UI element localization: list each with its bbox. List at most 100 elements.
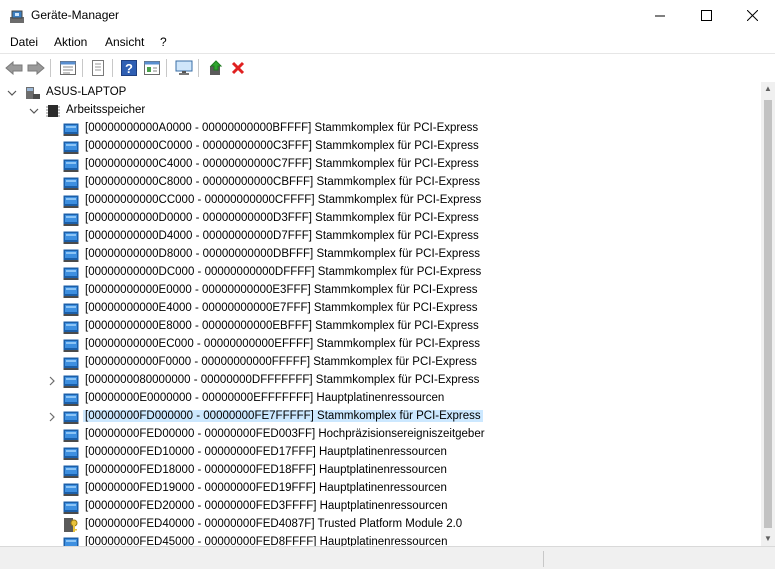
menu-datei[interactable]: Datei xyxy=(10,35,38,49)
tree-item[interactable]: [0000000080000000 - 00000000DFFFFFFF] St… xyxy=(0,372,761,390)
tree-group-label: Arbeitsspeicher xyxy=(66,104,146,116)
close-button[interactable] xyxy=(729,0,775,31)
properties-button[interactable] xyxy=(58,58,78,78)
uninstall-icon xyxy=(231,61,245,75)
tree-item[interactable]: [00000000000D4000 - 00000000000D7FFF] St… xyxy=(0,228,761,246)
help-button[interactable]: ? xyxy=(119,58,139,78)
tree-item-label: [00000000000DC000 - 00000000000DFFFF] St… xyxy=(85,266,482,278)
minimize-icon xyxy=(654,15,665,17)
tree-item[interactable]: [00000000000EC000 - 00000000000EFFFF] St… xyxy=(0,336,761,354)
maximize-button[interactable] xyxy=(683,0,729,31)
pci-icon xyxy=(63,483,79,496)
tree-item-label: [00000000000E0000 - 00000000000E3FFF] St… xyxy=(85,284,478,296)
tpm-key-icon xyxy=(64,518,78,532)
back-icon xyxy=(5,61,23,75)
forward-button[interactable] xyxy=(26,58,46,78)
tree-root[interactable]: ASUS-LAPTOP xyxy=(0,84,761,102)
tree-item-label: [00000000000D8000 - 00000000000DBFFF] St… xyxy=(85,248,481,260)
tree-item[interactable]: [00000000FED40000 - 00000000FED4087F] Tr… xyxy=(0,516,761,534)
view-button[interactable] xyxy=(88,58,108,78)
tree-item-label: [00000000FED10000 - 00000000FED17FFF] Ha… xyxy=(85,446,447,458)
status-divider xyxy=(543,551,544,567)
tree-item[interactable]: [00000000000E8000 - 00000000000EBFFF] St… xyxy=(0,318,761,336)
menu-help[interactable]: ? xyxy=(160,35,167,49)
device-tree[interactable]: ASUS-LAPTOP Arbeitsspeicher [00000000000… xyxy=(0,82,761,546)
toolbar-separator xyxy=(82,59,83,77)
status-bar xyxy=(0,546,775,569)
scan-hardware-button[interactable] xyxy=(174,58,194,78)
menu-ansicht[interactable]: Ansicht xyxy=(105,35,144,49)
tree-item[interactable]: [00000000000C0000 - 00000000000C3FFF] St… xyxy=(0,138,761,156)
show-hidden-button[interactable] xyxy=(142,58,162,78)
menu-bar: Datei Aktion Ansicht ? xyxy=(0,31,775,53)
pci-icon xyxy=(63,267,79,280)
tree-item-label: [00000000000CC000 - 00000000000CFFFF] St… xyxy=(85,194,482,206)
pci-icon xyxy=(63,249,79,262)
pci-icon xyxy=(63,447,79,460)
pci-icon xyxy=(63,123,79,136)
tree-item-label: [00000000FED18000 - 00000000FED18FFF] Ha… xyxy=(85,464,447,476)
tree-item[interactable]: [00000000FED19000 - 00000000FED19FFF] Ha… xyxy=(0,480,761,498)
tree-item-label: [00000000FED40000 - 00000000FED4087F] Tr… xyxy=(85,518,463,530)
pci-icon xyxy=(63,339,79,352)
tree-item-label: [00000000FED00000 - 00000000FED003FF] Ho… xyxy=(85,428,485,440)
pci-icon xyxy=(63,537,79,546)
pci-icon xyxy=(63,285,79,298)
pci-icon xyxy=(63,195,79,208)
collapse-chevron-icon[interactable] xyxy=(29,104,39,118)
pci-icon xyxy=(63,411,79,424)
tree-item[interactable]: [00000000FD000000 - 00000000FE7FFFFF] St… xyxy=(0,408,761,426)
pci-icon xyxy=(63,375,79,388)
scrollbar-thumb[interactable] xyxy=(764,100,772,528)
tree-item[interactable]: [00000000FED45000 - 00000000FED8FFFF] Ha… xyxy=(0,534,761,546)
tree-item[interactable]: [00000000000E4000 - 00000000000E7FFF] St… xyxy=(0,300,761,318)
tree-item[interactable]: [00000000000CC000 - 00000000000CFFFF] St… xyxy=(0,192,761,210)
vertical-scrollbar[interactable]: ▲ ▼ xyxy=(761,82,775,546)
collapse-chevron-icon[interactable] xyxy=(7,86,17,100)
update-driver-button[interactable] xyxy=(206,58,226,78)
tree-item-label: [00000000000A0000 - 00000000000BFFFF] St… xyxy=(85,122,479,134)
pci-icon xyxy=(63,213,79,226)
pci-icon xyxy=(63,177,79,190)
pci-icon xyxy=(63,303,79,316)
update-driver-icon xyxy=(209,60,223,75)
uninstall-button[interactable] xyxy=(228,58,248,78)
scroll-down-icon[interactable]: ▼ xyxy=(761,532,775,546)
tree-item-label: [0000000080000000 - 00000000DFFFFFFF] St… xyxy=(85,374,480,386)
tree-item[interactable]: [00000000FED00000 - 00000000FED003FF] Ho… xyxy=(0,426,761,444)
tree-item-label: [00000000FED45000 - 00000000FED8FFFF] Ha… xyxy=(85,536,448,546)
minimize-button[interactable] xyxy=(637,0,683,31)
tree-item[interactable]: [00000000000F0000 - 00000000000FFFFF] St… xyxy=(0,354,761,372)
tree-item[interactable]: [00000000000D8000 - 00000000000DBFFF] St… xyxy=(0,246,761,264)
tree-item[interactable]: [00000000000DC000 - 00000000000DFFFF] St… xyxy=(0,264,761,282)
svg-text:?: ? xyxy=(125,61,133,76)
tree-item[interactable]: [00000000FED10000 - 00000000FED17FFF] Ha… xyxy=(0,444,761,462)
tree-group[interactable]: Arbeitsspeicher xyxy=(0,102,761,120)
expand-chevron-icon[interactable] xyxy=(47,410,57,424)
toolbar-separator xyxy=(198,59,199,77)
back-button[interactable] xyxy=(4,58,24,78)
tree-item[interactable]: [00000000000D0000 - 00000000000D3FFF] St… xyxy=(0,210,761,228)
pci-icon xyxy=(63,429,79,442)
tree-item[interactable]: [00000000000E0000 - 00000000000E3FFF] St… xyxy=(0,282,761,300)
memory-chip-icon xyxy=(46,105,60,117)
tree-item-label: [00000000000D4000 - 00000000000D7FFF] St… xyxy=(85,230,479,242)
tree-item-label: [00000000000F0000 - 00000000000FFFFF] St… xyxy=(85,356,477,368)
monitor-icon xyxy=(175,60,193,75)
scroll-up-icon[interactable]: ▲ xyxy=(761,82,775,96)
window-title: Geräte-Manager xyxy=(31,8,120,22)
title-bar: Geräte-Manager xyxy=(0,0,775,31)
tree-item[interactable]: [00000000E0000000 - 00000000EFFFFFFF] Ha… xyxy=(0,390,761,408)
tree-item[interactable]: [00000000000A0000 - 00000000000BFFFF] St… xyxy=(0,120,761,138)
show-hidden-icon xyxy=(144,61,160,75)
device-manager-icon xyxy=(10,10,24,23)
tree-item[interactable]: [00000000FED18000 - 00000000FED18FFF] Ha… xyxy=(0,462,761,480)
menu-aktion[interactable]: Aktion xyxy=(54,35,87,49)
pci-icon xyxy=(63,501,79,514)
expand-chevron-icon[interactable] xyxy=(47,374,57,388)
pci-icon xyxy=(63,159,79,172)
maximize-icon xyxy=(700,10,712,21)
tree-item[interactable]: [00000000FED20000 - 00000000FED3FFFF] Ha… xyxy=(0,498,761,516)
tree-item[interactable]: [00000000000C8000 - 00000000000CBFFF] St… xyxy=(0,174,761,192)
tree-item[interactable]: [00000000000C4000 - 00000000000C7FFF] St… xyxy=(0,156,761,174)
